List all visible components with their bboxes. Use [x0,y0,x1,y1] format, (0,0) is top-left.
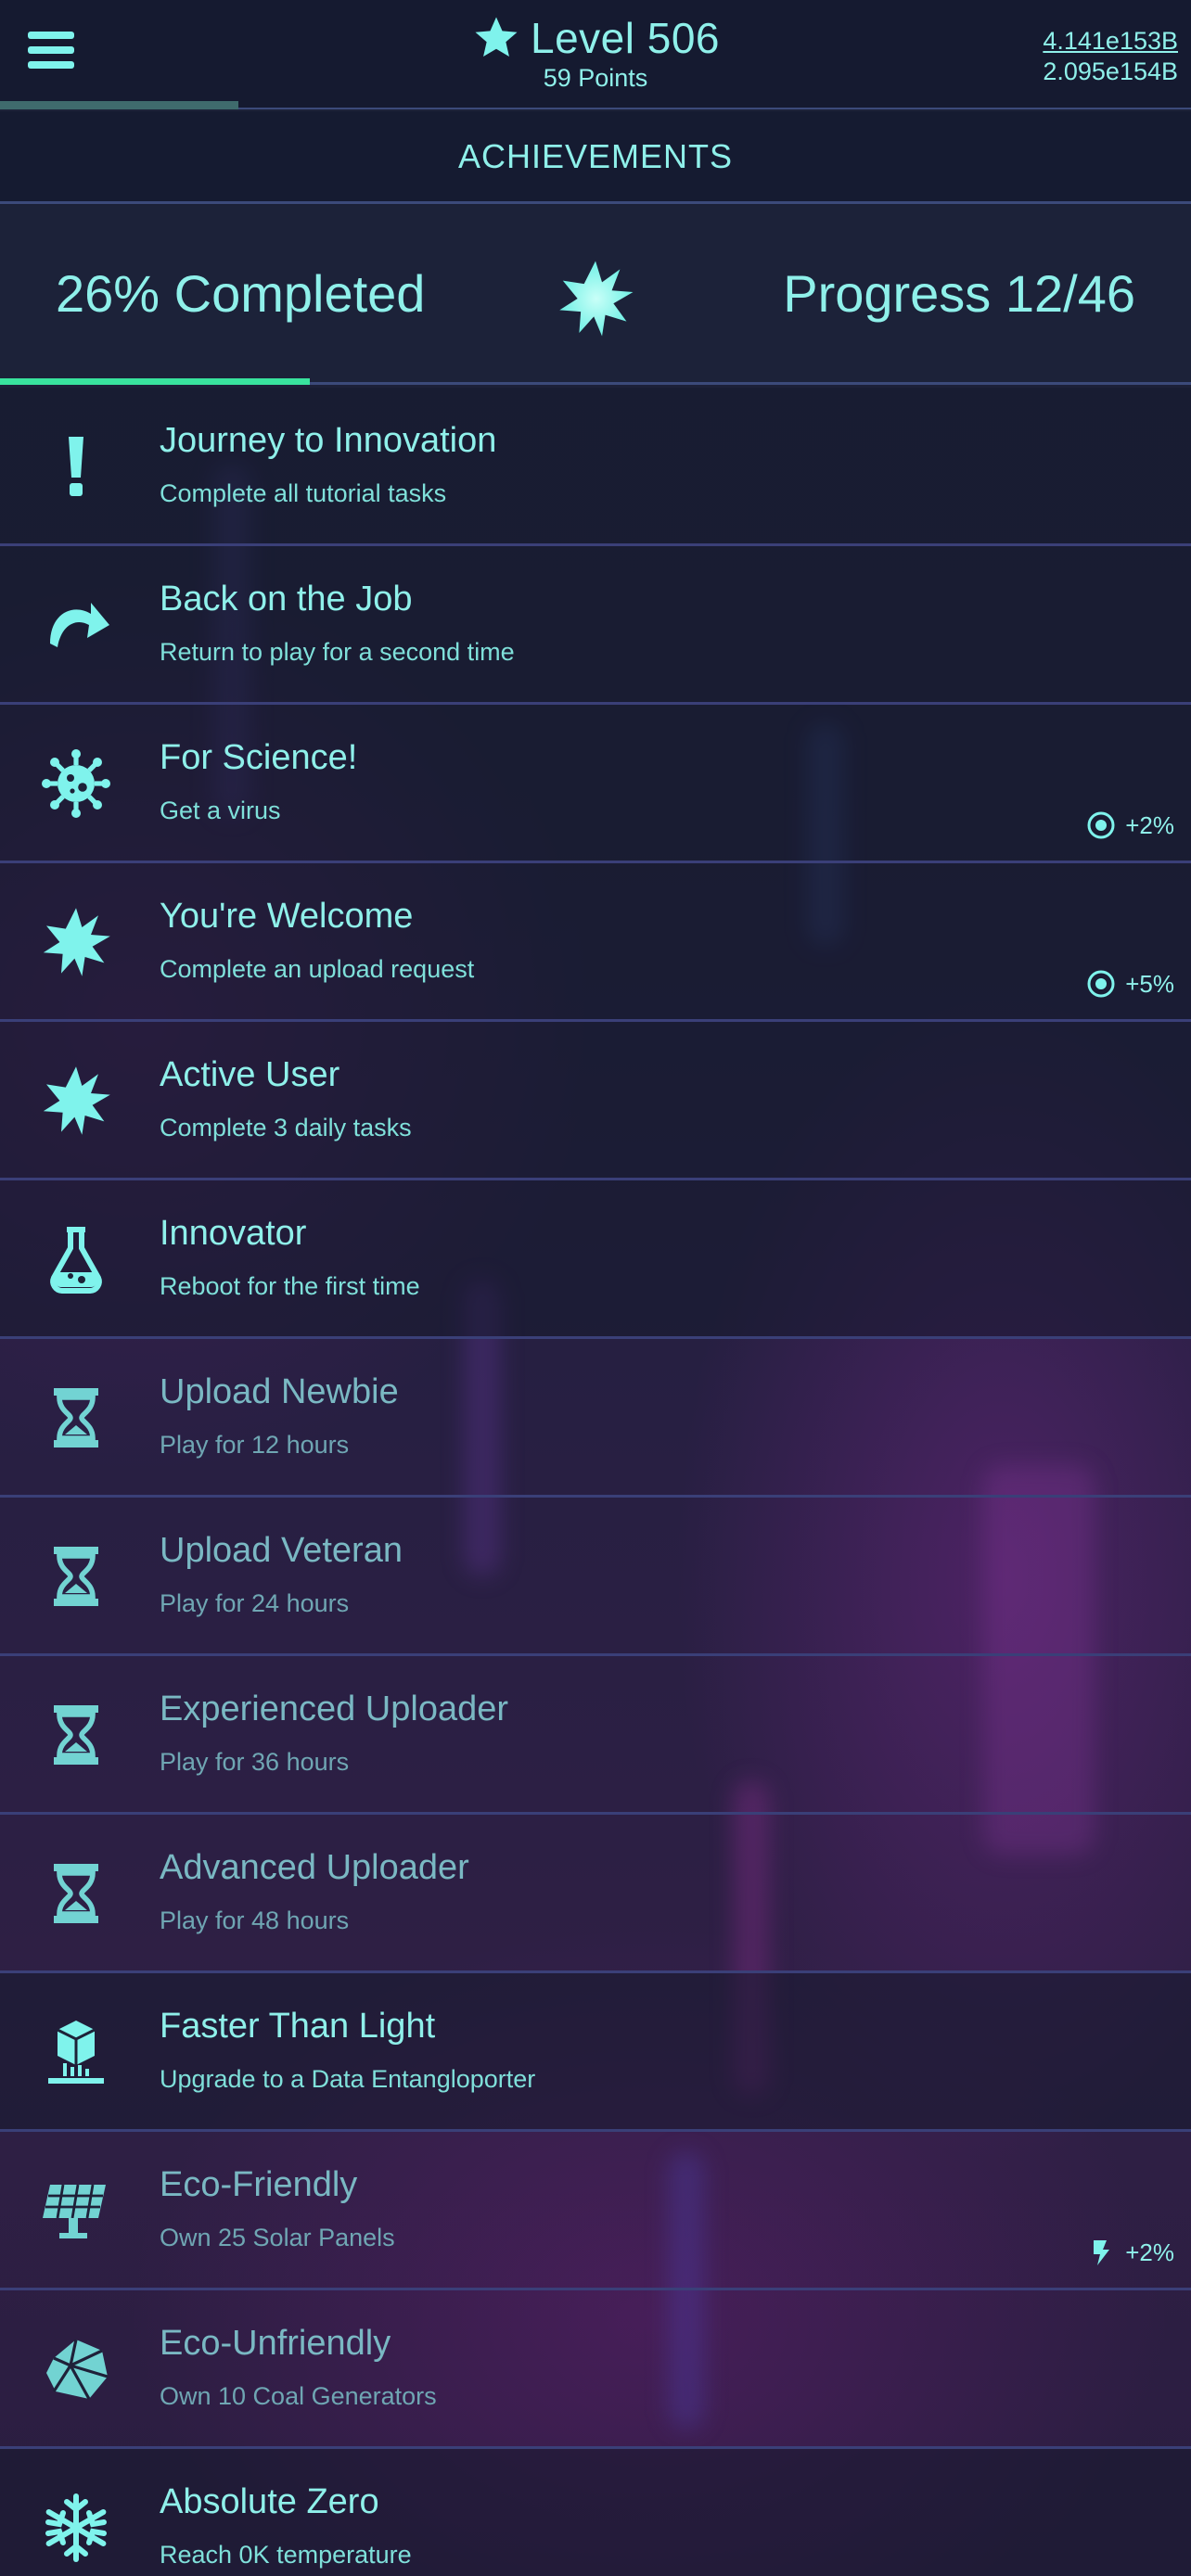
achievement-description: Complete 3 daily tasks [160,1114,412,1141]
achievement-description: Return to play for a second time [160,638,515,666]
achievement-title: Experienced Uploader [160,1690,509,1728]
achievement-description: Play for 48 hours [160,1906,350,1934]
achievement-description: Reach 0K temperature [160,2541,412,2569]
hourglass-icon [35,1536,117,1617]
achievement-description: Play for 24 hours [160,1589,350,1617]
achievement-title: Eco-Friendly [160,2165,358,2204]
achievement-title: Innovator [160,1214,307,1253]
bonus-badge: +2% [1086,2238,1174,2267]
level-label: Level 506 [531,14,720,62]
achievement-title: You're Welcome [160,897,414,936]
achievement-title: Absolute Zero [160,2482,379,2521]
achievement-description: Own 10 Coal Generators [160,2382,437,2410]
level-display: Level 506 59 Points [0,13,1191,93]
star-icon [475,17,518,57]
section-title: ACHIEVEMENTS [0,111,1191,204]
hourglass-icon [35,1853,117,1934]
achievement-row[interactable]: Eco-Unfriendly Own 10 Coal Generators [0,2290,1191,2449]
achievement-description: Get a virus [160,797,281,824]
achievement-title: For Science! [160,738,358,777]
achievement-row[interactable]: Faster Than Light Upgrade to a Data Entan… [0,1973,1191,2132]
lightning-icon [1086,2238,1116,2267]
starburst-icon [559,261,634,337]
achievement-title: Journey to Innovation [160,421,497,460]
achievement-title: Active User [160,1055,340,1094]
progress-count: Progress 12/46 [783,264,1135,323]
achievement-description: Upgrade to a Data Entangloporter [160,2065,536,2093]
entangloporter-icon [35,2011,117,2093]
achievement-row[interactable]: Upload Veteran Play for 24 hours [0,1498,1191,1656]
solar-panel-icon [35,2170,117,2251]
achievement-row[interactable]: Absolute Zero Reach 0K temperature [0,2449,1191,2576]
completion-progress-bar [0,378,310,385]
achievement-row[interactable]: Eco-Friendly Own 25 Solar Panels +2% [0,2132,1191,2290]
achievement-description: Play for 36 hours [160,1748,350,1776]
achievement-title: Eco-Unfriendly [160,2324,391,2363]
bonus-value: +2% [1125,2238,1174,2266]
redo-arrow-icon [35,584,117,666]
xp-progress-bar [0,101,238,109]
achievement-row[interactable]: Back on the Job Return to play for a seco… [0,546,1191,705]
achievement-description: Complete all tutorial tasks [160,479,447,507]
achievement-title: Advanced Uploader [160,1848,469,1887]
snowflake-icon [35,2487,117,2569]
bonus-badge: +2% [1086,810,1174,840]
hourglass-icon [35,1377,117,1459]
achievement-row[interactable]: Innovator Reboot for the first time [0,1180,1191,1339]
bonus-badge: +5% [1086,969,1174,999]
achievement-row[interactable]: Upload Newbie Play for 12 hours [0,1339,1191,1498]
achievement-row[interactable]: For Science! Get a virus +2% [0,705,1191,863]
exclamation-icon [35,426,117,507]
achievement-list: Journey to Innovation Complete all tutori… [0,388,1191,2576]
currency-secondary: 2.095e154B [1043,57,1178,85]
flask-icon [35,1218,117,1300]
achievement-title: Back on the Job [160,580,413,618]
starburst-icon [35,1060,117,1141]
currency-primary[interactable]: 4.141e153B [1043,26,1178,57]
coal-icon [35,2328,117,2410]
achievement-title: Upload Veteran [160,1531,403,1570]
achievement-row[interactable]: Experienced Uploader Play for 36 hours [0,1656,1191,1815]
achievement-description: Play for 12 hours [160,1431,350,1459]
cycle-icon [1086,810,1116,840]
bonus-value: +5% [1125,969,1174,998]
achievement-title: Upload Newbie [160,1372,399,1411]
achievement-row[interactable]: Journey to Innovation Complete all tutori… [0,388,1191,546]
cycle-icon [1086,969,1116,999]
achievement-row[interactable]: Advanced Uploader Play for 48 hours [0,1815,1191,1973]
currency-display[interactable]: 4.141e153B 2.095e154B [1043,26,1178,87]
achievement-summary: 26% Completed Progress 12/46 [0,206,1191,385]
achievement-row[interactable]: You're Welcome Complete an upload request… [0,863,1191,1022]
completed-percent: 26% Completed [56,264,426,323]
achievement-description: Complete an upload request [160,955,475,983]
hourglass-icon [35,1694,117,1776]
achievement-description: Reboot for the first time [160,1272,420,1300]
achievement-title: Faster Than Light [160,2007,436,2046]
achievement-description: Own 25 Solar Panels [160,2224,395,2251]
points-label: 59 Points [543,64,648,92]
achievement-row[interactable]: Active User Complete 3 daily tasks [0,1022,1191,1180]
virus-icon [35,743,117,824]
bonus-value: +2% [1125,810,1174,839]
starburst-icon [35,901,117,983]
top-bar: Level 506 59 Points 4.141e153B 2.095e154… [0,0,1191,109]
